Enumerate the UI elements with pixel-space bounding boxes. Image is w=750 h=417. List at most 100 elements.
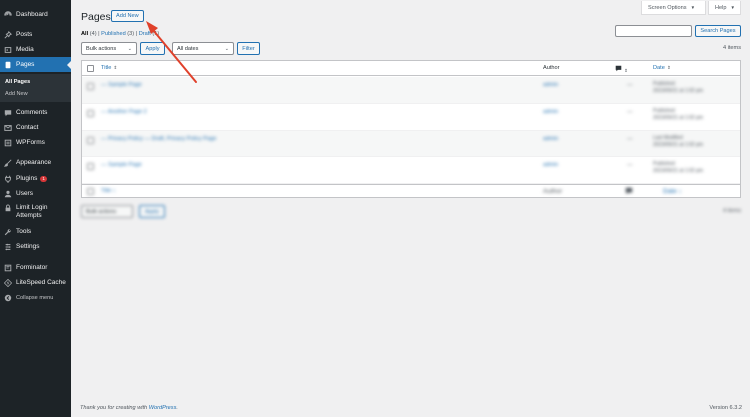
footer-date-header[interactable]: Date ↕ <box>663 188 682 195</box>
collapse-icon <box>4 294 12 302</box>
users-icon <box>4 190 12 198</box>
sidebar-label: Limit Login Attempts <box>16 204 48 219</box>
forminator-icon <box>4 264 12 272</box>
bottom-bulk-actions-select[interactable]: Bulk actions <box>81 205 133 218</box>
footer-thanks: Thank you for creating with WordPress. <box>80 405 178 411</box>
add-new-button[interactable]: Add New <box>111 10 144 22</box>
sidebar-item-comments[interactable]: Comments <box>0 105 71 120</box>
sidebar-item-contact[interactable]: Contact <box>0 120 71 135</box>
row-checkbox[interactable] <box>87 137 94 144</box>
sidebar-item-plugins[interactable]: Plugins 1 <box>0 171 71 186</box>
date-filter-select[interactable]: All dates ⌄ <box>172 42 234 55</box>
sidebar-label: Forminator <box>16 264 48 271</box>
wordpress-link[interactable]: WordPress <box>149 405 177 411</box>
footer-title-header[interactable]: Title ↕ <box>101 188 116 194</box>
submenu-item-all-pages[interactable]: All Pages <box>5 79 30 85</box>
comment-icon <box>4 109 12 117</box>
row-title[interactable]: — Privacy Policy — Draft, Privacy Policy… <box>101 136 216 142</box>
bulk-actions-value: Bulk actions <box>86 45 117 52</box>
submenu-item-add-new[interactable]: Add New <box>5 91 28 97</box>
sidebar-item-tools[interactable]: Tools <box>0 224 71 239</box>
screen-options-tab[interactable]: Screen Options ▼ <box>641 1 706 15</box>
row-comments: — <box>627 82 633 88</box>
row-title[interactable]: — Sample Page <box>101 82 142 88</box>
row-comments: — <box>627 109 633 115</box>
row-checkbox[interactable] <box>87 110 94 117</box>
search-input[interactable] <box>615 25 692 37</box>
admin-sidebar: Dashboard Posts Media Pages All Pages Ad… <box>0 0 71 417</box>
sidebar-item-appearance[interactable]: Appearance <box>0 155 71 170</box>
table-row[interactable]: — Sample Page admin — Published 2023/09/2… <box>82 157 740 184</box>
row-author[interactable]: admin <box>543 136 558 142</box>
sidebar-item-media[interactable]: Media <box>0 42 71 57</box>
filter-separator: | <box>98 31 100 37</box>
row-title[interactable]: — Another Page 2 <box>101 109 147 115</box>
pin-icon <box>4 30 12 39</box>
row-checkbox[interactable] <box>87 83 94 90</box>
filter-separator: | <box>135 31 138 37</box>
table-header: Title ⇕ Author ⇕ Date ⇕ <box>82 61 740 76</box>
column-date-header[interactable]: Date ⇕ <box>653 65 671 71</box>
row-author[interactable]: admin <box>543 162 558 168</box>
sidebar-label: Pages <box>16 61 35 68</box>
sidebar-label: Comments <box>16 109 48 116</box>
sidebar-item-pages[interactable]: Pages <box>0 57 71 72</box>
sidebar-item-litespeed-cache[interactable]: LiteSpeed Cache <box>0 275 71 290</box>
sort-icon: ⇕ <box>113 65 118 70</box>
mail-icon <box>4 124 12 132</box>
column-title-label: Title <box>101 65 112 71</box>
row-date-value: 2023/09/21 at 1:02 pm <box>653 115 704 121</box>
sidebar-label: Appearance <box>16 159 52 166</box>
row-author[interactable]: admin <box>543 82 558 88</box>
filter-all-count: (4) <box>89 31 97 37</box>
status-filter-links: All (4) | Published (3) | Draft (1) <box>81 31 159 37</box>
apply-button[interactable]: Apply <box>140 42 165 55</box>
help-tab[interactable]: Help ▼ <box>708 1 741 15</box>
comment-bubble-icon <box>625 187 633 197</box>
row-author[interactable]: admin <box>543 109 558 115</box>
sidebar-item-limit-login-attempts[interactable]: Limit Login Attempts <box>0 204 71 224</box>
filter-published-count: (3) <box>127 31 135 37</box>
forms-icon <box>4 139 12 147</box>
sidebar-item-users[interactable]: Users <box>0 186 71 201</box>
column-comments-header[interactable]: ⇕ <box>615 65 628 74</box>
bulk-actions-select[interactable]: Bulk actions ⌄ <box>81 42 137 55</box>
sidebar-label: Collapse menu <box>16 294 54 301</box>
screen-options-label: Screen Options <box>648 4 687 11</box>
sidebar-item-posts[interactable]: Posts <box>0 27 71 42</box>
filter-draft-link[interactable]: Draft (1) <box>139 31 160 37</box>
sidebar-item-settings[interactable]: Settings <box>0 239 71 254</box>
filter-published-link[interactable]: Published (3) <box>101 31 134 37</box>
filter-published-label: Published <box>101 31 126 37</box>
bottom-apply-button[interactable]: Apply <box>139 205 165 218</box>
footer-version: Version 6.3.2 <box>709 405 742 411</box>
main-content: Screen Options ▼ Help ▼ Pages Add New Al… <box>71 0 750 417</box>
brush-icon <box>4 159 12 167</box>
sidebar-item-dashboard[interactable]: Dashboard <box>0 7 71 22</box>
row-checkbox[interactable] <box>87 163 94 170</box>
row-title[interactable]: — Sample Page <box>101 162 142 168</box>
table-row[interactable]: — Another Page 2 admin — Published 2023/0… <box>82 104 740 131</box>
sidebar-item-forminator[interactable]: Forminator <box>0 260 71 275</box>
filter-button[interactable]: Filter <box>237 42 260 55</box>
filter-all-link[interactable]: All (4) <box>81 31 97 37</box>
select-all-checkbox-footer[interactable] <box>87 188 94 195</box>
select-all-checkbox[interactable] <box>87 65 94 72</box>
lock-icon <box>4 204 12 212</box>
column-title-header[interactable]: Title ⇕ <box>101 65 117 71</box>
table-row[interactable]: — Sample Page admin — Published 2023/09/2… <box>82 77 740 104</box>
footer-thanks-suffix: . <box>176 405 178 411</box>
sidebar-collapse-menu[interactable]: Collapse menu <box>0 290 71 305</box>
sidebar-item-wpforms[interactable]: WPForms <box>0 135 71 150</box>
sidebar-label: Settings <box>16 243 40 250</box>
row-date-value: 2023/09/21 at 1:02 pm <box>653 142 704 148</box>
sidebar-label: Users <box>16 190 33 197</box>
comment-bubble-icon <box>615 65 622 74</box>
search-pages-button[interactable]: Search Pages <box>695 25 741 37</box>
dashboard-icon <box>4 10 12 19</box>
table-row[interactable]: — Privacy Policy — Draft, Privacy Policy… <box>82 131 740 157</box>
bottom-bulk-actions-value: Bulk actions <box>86 208 117 215</box>
items-count: 4 items <box>722 45 741 51</box>
footer-thanks-text: Thank you for creating with <box>80 405 149 411</box>
pages-submenu: All Pages Add New <box>0 74 71 102</box>
